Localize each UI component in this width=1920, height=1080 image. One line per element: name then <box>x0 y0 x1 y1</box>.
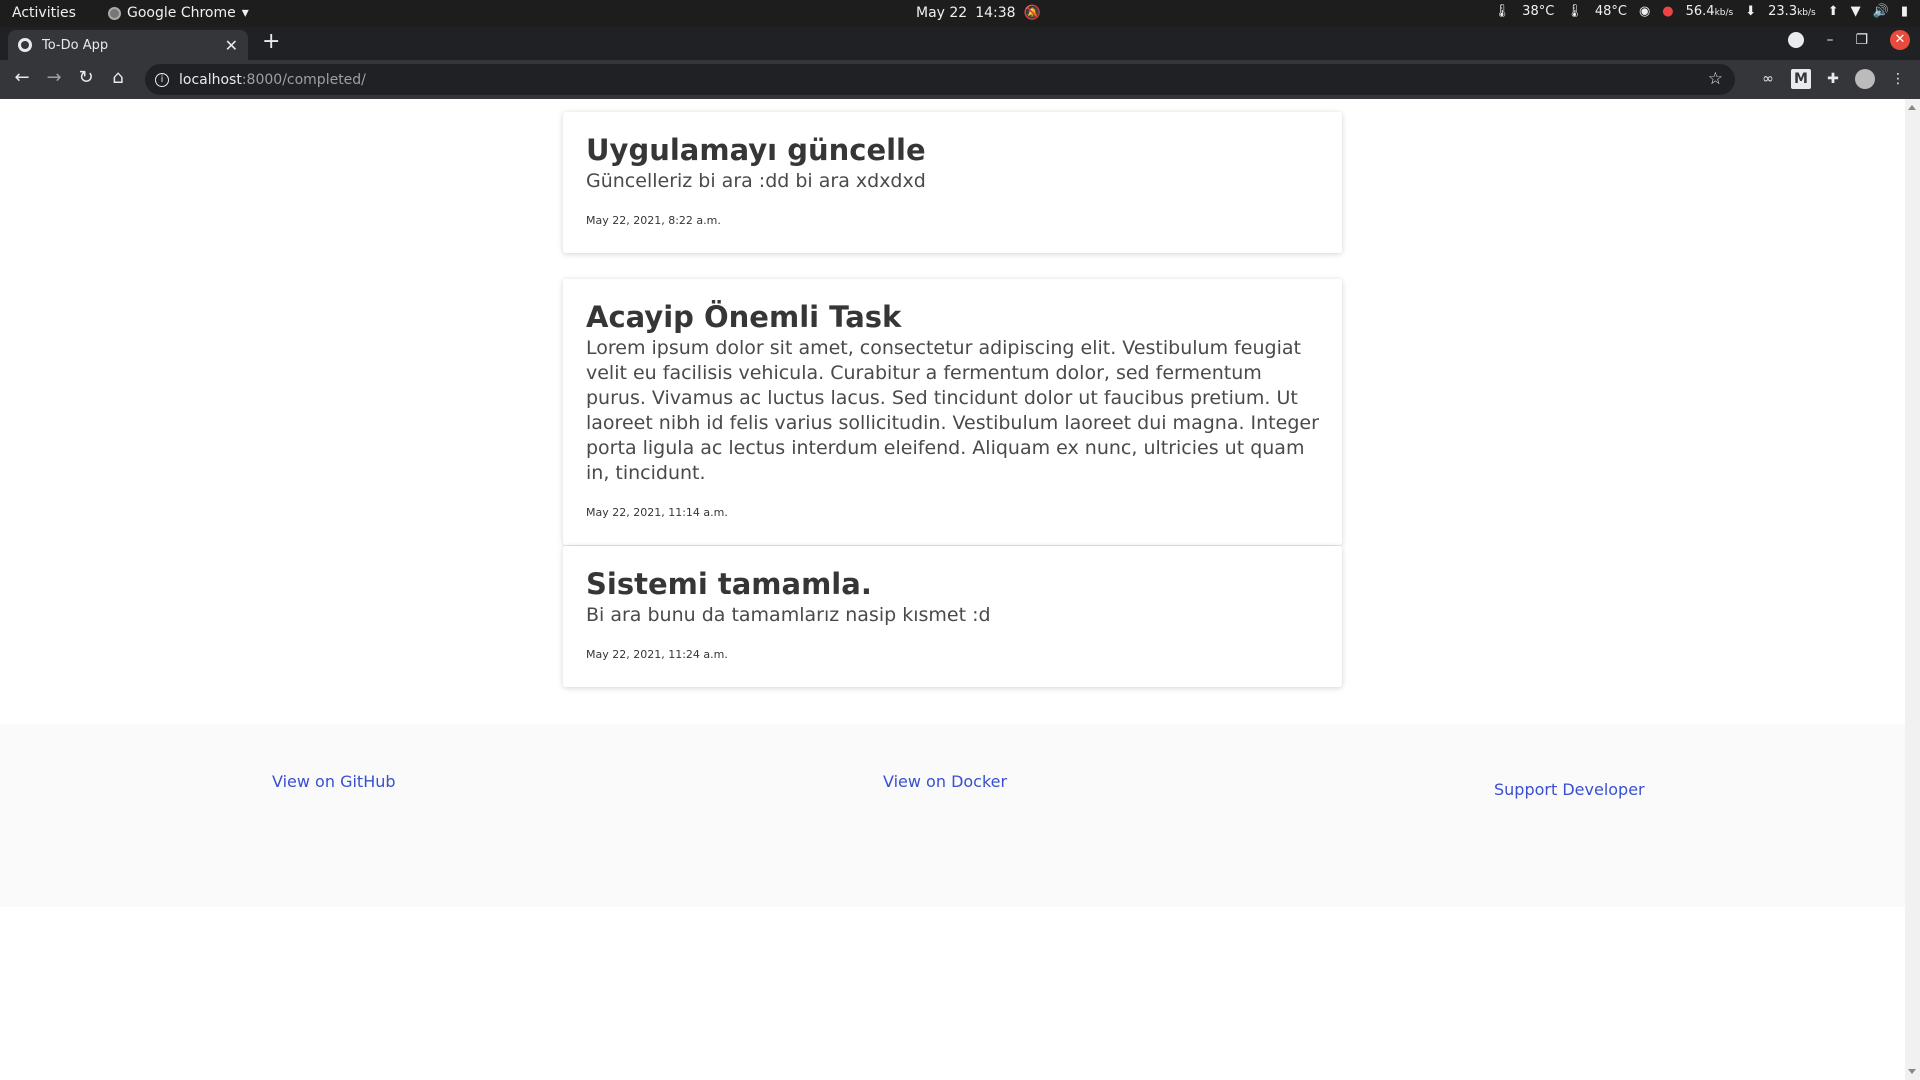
chrome-icon <box>108 6 121 20</box>
notifications-off-icon: 🔕 <box>1023 5 1042 21</box>
task-title: Sistemi tamamla. <box>586 567 872 601</box>
task-card: Acayip Önemli Task Lorem ipsum dolor sit… <box>563 279 1342 545</box>
arrow-up-icon: ⬆ <box>1827 4 1839 19</box>
tab-strip: To-Do App ✕ <box>0 27 1920 60</box>
github-link[interactable]: View on GitHub <box>272 772 396 791</box>
chrome-remote-icon[interactable]: ● <box>1662 4 1673 19</box>
home-button[interactable]: ⌂ <box>106 67 130 88</box>
new-tab-button[interactable]: + <box>262 31 280 53</box>
scroll-up-arrow-icon[interactable] <box>1908 105 1916 110</box>
thermometer-icon: 🌡 <box>1493 4 1511 19</box>
url-path: :8000/completed/ <box>241 71 366 88</box>
info-icon[interactable]: i <box>155 72 169 87</box>
task-date: May 22, 2021, 11:24 a.m. <box>586 648 728 661</box>
clock-time: 14:38 <box>975 5 1016 21</box>
clock-date: May 22 <box>916 5 968 21</box>
activities-button[interactable]: Activities <box>12 5 76 21</box>
gpu-temp: 48°C <box>1594 4 1627 19</box>
tab-title: To-Do App <box>42 37 109 53</box>
task-description: Güncelleriz bi ara :dd bi ara xdxdxd <box>586 170 926 192</box>
close-window-button[interactable]: ✕ <box>1890 30 1910 50</box>
menu-kebab-icon[interactable]: ⋮ <box>1888 69 1908 89</box>
task-card: Sistemi tamamla. Bi ara bunu da tamamlar… <box>563 546 1342 687</box>
forward-button[interactable]: → <box>42 67 66 88</box>
task-card: Uygulamayı güncelle Güncelleriz bi ara :… <box>563 112 1342 253</box>
browser-toolbar: ← → ↻ ⌂ i localhost:8000/completed/ ☆ ∞ … <box>0 60 1920 99</box>
task-date: May 22, 2021, 8:22 a.m. <box>586 214 721 227</box>
net-up-speed: 23.3kb/s <box>1768 4 1816 19</box>
reader-mode-icon[interactable]: ∞ <box>1758 69 1778 89</box>
extensions-puzzle-icon[interactable]: ✚ <box>1823 69 1843 89</box>
minimize-button[interactable]: – <box>1826 32 1833 48</box>
system-tray: 🌡 38°C 🌡 48°C ◉ ● 56.4kb/s ⬇ 23.3kb/s ⬆ … <box>1494 4 1908 19</box>
volume-icon[interactable]: 🔊 <box>1873 4 1889 19</box>
page-scrollbar[interactable] <box>1905 99 1920 1080</box>
scroll-down-arrow-icon[interactable] <box>1908 1069 1916 1074</box>
url-host: localhost <box>179 71 242 88</box>
task-title: Acayip Önemli Task <box>586 300 902 334</box>
system-top-bar: Activities Google Chrome ▾ May 22 14:38 … <box>0 0 1920 27</box>
back-button[interactable]: ← <box>10 67 34 88</box>
address-bar[interactable]: i localhost:8000/completed/ ☆ <box>145 64 1735 95</box>
task-description: Lorem ipsum dolor sit amet, consectetur … <box>586 337 1319 484</box>
restore-button[interactable]: ❐ <box>1855 32 1868 48</box>
app-menu[interactable]: Google Chrome ▾ <box>108 5 249 21</box>
extension-m-icon[interactable]: M <box>1791 69 1811 89</box>
tab-close-icon[interactable]: ✕ <box>225 36 238 55</box>
clock[interactable]: May 22 14:38 🔕 <box>916 5 1041 21</box>
arrow-down-icon: ⬇ <box>1745 4 1757 19</box>
tab-todo-app[interactable]: To-Do App ✕ <box>8 30 248 60</box>
reload-button[interactable]: ↻ <box>74 67 98 88</box>
window-controls: – ❐ ✕ <box>1788 30 1910 50</box>
support-developer-link[interactable]: Support Developer <box>1494 780 1645 799</box>
task-date: May 22, 2021, 11:14 a.m. <box>586 506 728 519</box>
globe-icon <box>18 38 32 52</box>
footer: View on GitHub View on Docker Support De… <box>0 724 1905 907</box>
bookmark-star-icon[interactable]: ☆ <box>1708 69 1723 89</box>
tab-search-icon[interactable] <box>1788 32 1805 48</box>
thermometer-icon: 🌡 <box>1566 4 1583 19</box>
wifi-icon[interactable]: ▼ <box>1851 4 1861 19</box>
docker-link[interactable]: View on Docker <box>883 772 1007 791</box>
profile-avatar[interactable] <box>1855 69 1875 89</box>
discord-icon[interactable]: ◉ <box>1639 4 1650 19</box>
task-description: Bi ara bunu da tamamlarız nasip kısmet :… <box>586 604 991 626</box>
battery-icon[interactable]: ▮ <box>1901 4 1908 19</box>
page-viewport: Uygulamayı güncelle Güncelleriz bi ara :… <box>0 99 1905 1080</box>
cpu-temp: 38°C <box>1522 4 1555 19</box>
task-title: Uygulamayı güncelle <box>586 133 926 167</box>
net-down-speed: 56.4kb/s <box>1685 4 1734 19</box>
caret-down-icon: ▾ <box>241 5 249 21</box>
app-menu-label: Google Chrome <box>127 5 236 21</box>
